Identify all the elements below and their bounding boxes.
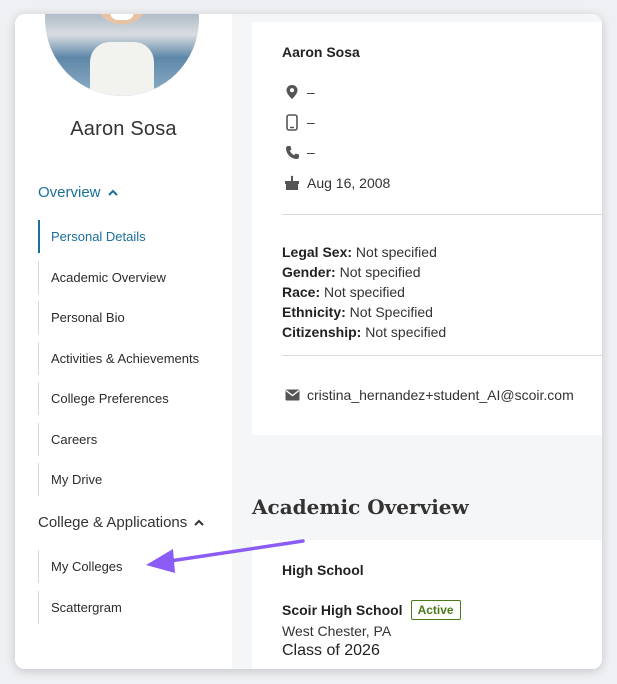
academic-overview-card: High School Scoir High School Active Wes…	[252, 540, 602, 669]
location-pin-icon	[282, 82, 302, 102]
mobile-row: –	[282, 112, 315, 132]
phone-row: –	[282, 142, 315, 162]
overview-title: Overview	[38, 184, 101, 201]
school-location: West Chester, PA	[282, 623, 392, 639]
citizenship-row: Citizenship: Not specified	[282, 324, 446, 340]
avatar	[45, 14, 199, 96]
sidebar-item-personal-details[interactable]: Personal Details	[38, 220, 199, 253]
phone-icon	[282, 142, 302, 162]
legal-sex-label: Legal Sex:	[282, 244, 353, 260]
legal-sex-row: Legal Sex: Not specified	[282, 244, 437, 260]
profile-name: Aaron Sosa	[70, 118, 177, 140]
colleges-title: College & Applications	[38, 514, 188, 531]
sidebar-item-academic-overview[interactable]: Academic Overview	[38, 260, 199, 294]
sidebar-item-activities-achievements[interactable]: Activities & Achievements	[38, 341, 199, 375]
divider	[282, 214, 602, 215]
ethnicity-label: Ethnicity:	[282, 304, 346, 320]
student-name: Aaron Sosa	[282, 44, 360, 60]
sidebar-item-personal-bio[interactable]: Personal Bio	[38, 301, 199, 334]
citizenship-value: Not specified	[365, 324, 447, 340]
sidebar-item-my-drive[interactable]: My Drive	[38, 463, 199, 496]
email-icon	[282, 385, 302, 405]
phone-value: –	[307, 144, 315, 160]
chevron-up-icon	[107, 189, 118, 196]
sidebar: Aaron Sosa Overview Personal Details Aca…	[15, 14, 232, 669]
chevron-up-icon	[194, 519, 204, 526]
school-name: Scoir High School	[282, 602, 403, 618]
status-badge: Active	[410, 600, 461, 620]
legal-sex-value: Not specified	[355, 244, 437, 260]
school-row: Scoir High School Active	[282, 600, 461, 620]
race-label: Race:	[282, 284, 321, 300]
avatar-shirt	[90, 42, 154, 96]
gender-value: Not specified	[339, 264, 421, 280]
colleges-section-toggle[interactable]: College & Applications	[38, 514, 205, 531]
email-value[interactable]: cristina_hernandez+student_AI@scoir.com	[307, 387, 574, 403]
gender-row: Gender: Not specified	[282, 264, 421, 280]
avatar-smile	[110, 14, 134, 20]
personal-details-card: Aaron Sosa – – – Aug 16, 2008 Legal Sex:…	[252, 22, 602, 435]
race-value: Not specified	[324, 284, 405, 300]
sidebar-item-college-preferences[interactable]: College Preferences	[38, 382, 199, 415]
app-window: Aaron Sosa Overview Personal Details Aca…	[15, 14, 602, 669]
main-content: Aaron Sosa – – – Aug 16, 2008 Legal Sex:…	[232, 14, 602, 669]
race-row: Race: Not specified	[282, 284, 405, 300]
email-row: cristina_hernandez+student_AI@scoir.com	[282, 385, 574, 405]
colleges-nav: My Colleges Scattergram	[38, 550, 123, 631]
mobile-value: –	[307, 114, 315, 130]
academic-overview-heading: Academic Overview	[252, 495, 469, 519]
ethnicity-row: Ethnicity: Not Specified	[282, 304, 433, 320]
sidebar-item-scattergram[interactable]: Scattergram	[38, 590, 123, 624]
location-row: –	[282, 82, 315, 102]
mobile-phone-icon	[282, 112, 302, 132]
divider	[282, 355, 602, 356]
class-year: Class of 2026	[282, 642, 380, 659]
birthday-row: Aug 16, 2008	[282, 173, 390, 193]
gender-label: Gender:	[282, 264, 336, 280]
overview-section-toggle[interactable]: Overview	[38, 184, 119, 201]
location-value: –	[307, 84, 315, 100]
sidebar-item-careers[interactable]: Careers	[38, 422, 199, 456]
sidebar-item-my-colleges[interactable]: My Colleges	[38, 550, 123, 583]
high-school-label: High School	[282, 562, 364, 578]
citizenship-label: Citizenship:	[282, 324, 362, 340]
overview-nav: Personal Details Academic Overview Perso…	[38, 220, 199, 504]
birthday-cake-icon	[282, 173, 302, 193]
ethnicity-value: Not Specified	[349, 304, 433, 320]
birthday-value: Aug 16, 2008	[307, 175, 391, 191]
